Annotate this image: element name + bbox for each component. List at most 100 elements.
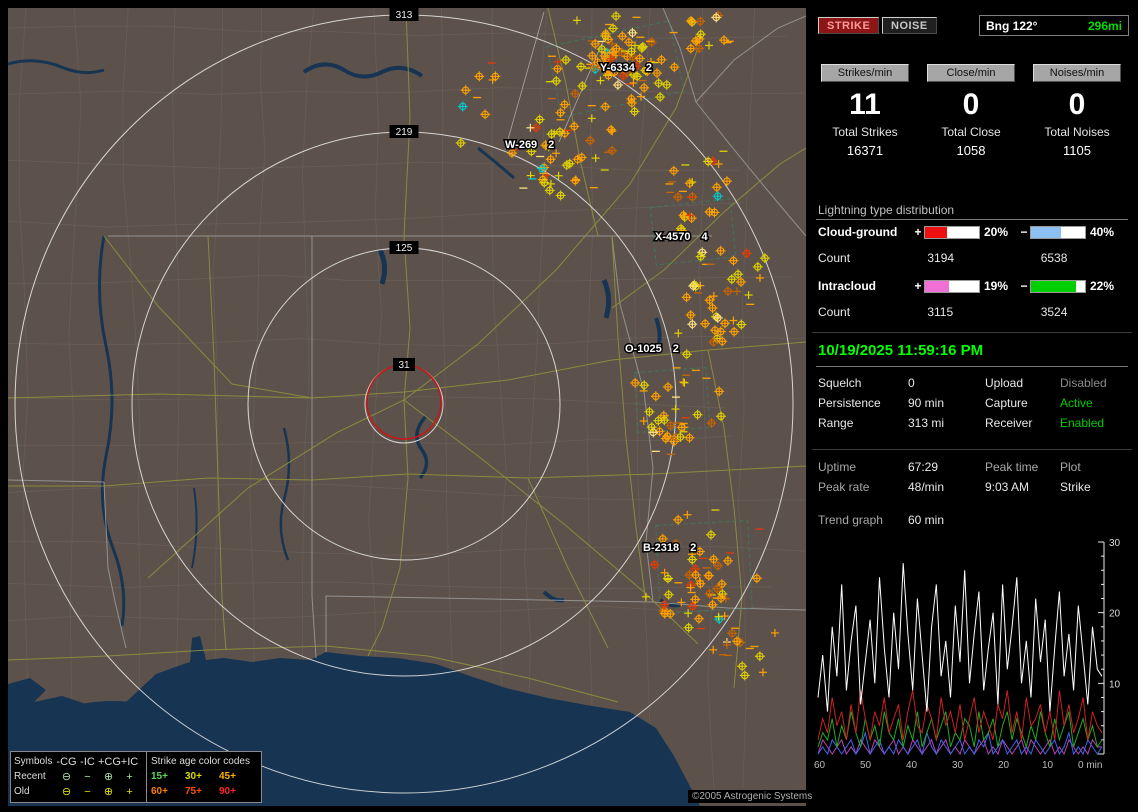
- svg-text:219: 219: [396, 127, 413, 138]
- divider: [812, 449, 1132, 450]
- x-tick-60: 60: [814, 760, 826, 771]
- svg-text:313: 313: [396, 10, 413, 21]
- trend-graph-label: Trend graph: [818, 513, 883, 527]
- lightning-map[interactable]: 313 219 125 31 Y-6334 2 W-269 2 X-4570 4 O-1025…: [8, 8, 817, 806]
- upload-label: Upload: [985, 376, 1024, 390]
- intracloud-row: Intracloud + 19% − 22%: [818, 279, 1128, 293]
- legend-age-section: Strike age color codes 15+ 30+ 45+ 60+ 7…: [147, 752, 261, 802]
- legend-recent-label: Recent: [14, 771, 46, 782]
- ic-plus-count: 3115: [927, 305, 954, 319]
- rate-columns: Strikes/min 11 Total Strikes 16371 Close…: [812, 64, 1132, 158]
- ic-minus-bar: [1030, 279, 1086, 293]
- cg-minus-bar: [1030, 225, 1086, 239]
- copyright-text: ©2005 Astrogenic Systems: [688, 790, 817, 803]
- plot-label: Plot: [1060, 460, 1081, 474]
- distribution-title: Lightning type distribution: [818, 203, 955, 217]
- cg-plus-pct: 20%: [984, 225, 1009, 239]
- x-tick-50: 50: [860, 760, 872, 771]
- total-close-value: 1058: [956, 143, 986, 158]
- old-pos-cg-icon: ⊕: [103, 786, 114, 798]
- legend-symbols-title: Symbols: [14, 756, 53, 767]
- ic-minus-pct: 22%: [1090, 279, 1115, 293]
- divider: [816, 219, 1128, 220]
- trend-x-axis-labels: 60 50 40 30 20 10 0 min: [812, 760, 1132, 774]
- plus-sign: +: [914, 279, 922, 293]
- peak-time-label: Peak time: [985, 460, 1039, 474]
- uptime-value: 67:29: [908, 460, 939, 474]
- minus-sign: −: [1020, 225, 1028, 239]
- svg-text:125: 125: [396, 243, 413, 254]
- svg-text:Y-6334 2: Y-6334 2: [600, 62, 652, 74]
- total-close-label: Total Close: [941, 125, 1001, 139]
- svg-text:W-269 2: W-269 2: [505, 139, 554, 151]
- close-per-min-button[interactable]: Close/min: [927, 64, 1015, 82]
- datetime-display: 10/19/2025 11:59:16 PM: [818, 342, 984, 359]
- trend-chart: 30 20 10: [812, 536, 1132, 762]
- cg-plus-count: 3194: [927, 251, 955, 265]
- uptime-label: Uptime: [818, 460, 857, 474]
- count-label: Count: [818, 305, 851, 319]
- map-legend: Symbols -CG -IC +CG +IC Recent ⊖ − ⊕ + O…: [10, 751, 262, 803]
- cg-minus-pct: 40%: [1090, 225, 1115, 239]
- squelch-label: Squelch: [818, 376, 862, 390]
- cg-minus-count: 6538: [1040, 251, 1068, 265]
- ic-plus-bar: [924, 279, 980, 293]
- legend-symbols-section: Symbols -CG -IC +CG +IC Recent ⊖ − ⊕ + O…: [11, 752, 147, 802]
- capture-label: Capture: [985, 396, 1028, 410]
- close-column: Close/min 0 Total Close 1058: [918, 64, 1024, 158]
- total-strikes-value: 16371: [846, 143, 884, 158]
- age-45: 45+: [219, 771, 236, 782]
- legend-col-neg-ic: -IC: [80, 755, 95, 768]
- plus-sign: +: [914, 225, 922, 239]
- legend-age-title: Strike age color codes: [151, 756, 250, 767]
- strike-tab[interactable]: STRIKE: [818, 17, 880, 34]
- divider: [812, 332, 1132, 333]
- total-strikes-label: Total Strikes: [832, 125, 898, 139]
- range-label: Range: [818, 416, 854, 430]
- receiver-value: Enabled: [1060, 416, 1105, 430]
- intracloud-count-row: Count 3115 3524: [818, 305, 1067, 319]
- divider: [816, 366, 1128, 367]
- recent-pos-cg-icon: ⊕: [103, 771, 114, 783]
- peak-time-value: 9:03 AM: [985, 480, 1030, 494]
- strikes-per-min-button[interactable]: Strikes/min: [821, 64, 909, 82]
- legend-col-pos-ic: +IC: [120, 755, 139, 768]
- recent-pos-ic-icon: +: [126, 770, 133, 783]
- minus-sign: −: [1020, 279, 1028, 293]
- old-neg-cg-icon: ⊖: [61, 786, 72, 798]
- trend-graph-row: Trend graph 60 min: [812, 513, 1132, 531]
- recent-neg-ic-icon: −: [84, 770, 91, 783]
- count-label: Count: [818, 251, 851, 265]
- x-tick-0: 0 min: [1078, 760, 1103, 771]
- noises-per-min-button[interactable]: Noises/min: [1033, 64, 1121, 82]
- status-grid: Squelch 0 Upload Disabled Persistence 90…: [812, 376, 1132, 436]
- x-tick-40: 40: [906, 760, 918, 771]
- capture-value: Active: [1060, 396, 1093, 410]
- persistence-label: Persistence: [818, 396, 881, 410]
- age-90: 90+: [219, 786, 236, 797]
- ic-plus-pct: 19%: [984, 279, 1009, 293]
- cloud-ground-row: Cloud-ground + 20% − 40%: [818, 225, 1128, 239]
- recent-neg-cg-icon: ⊖: [61, 771, 72, 783]
- cloud-ground-label: Cloud-ground: [818, 225, 898, 239]
- noises-column: Noises/min 0 Total Noises 1105: [1024, 64, 1130, 158]
- age-75: 75+: [185, 786, 202, 797]
- total-noises-value: 1105: [1063, 143, 1091, 158]
- svg-text:31: 31: [398, 360, 410, 371]
- bearing-readout: Bng 122° 296mi: [979, 15, 1129, 36]
- intracloud-label: Intracloud: [818, 279, 877, 293]
- noises-per-min-value: 0: [1068, 88, 1086, 121]
- stats-grid: Uptime 67:29 Peak time Plot Peak rate 48…: [812, 460, 1132, 500]
- cg-plus-bar: [924, 225, 980, 239]
- svg-text:10: 10: [1109, 679, 1121, 690]
- old-neg-ic-icon: −: [84, 785, 91, 798]
- ic-minus-count: 3524: [1040, 305, 1068, 319]
- trend-chart-canvas: 30 20 10: [817, 538, 1121, 756]
- map-canvas[interactable]: 313 219 125 31 Y-6334 2 W-269 2 X-4570 4 O-1025…: [8, 8, 806, 806]
- svg-text:O-1025 2: O-1025 2: [625, 343, 679, 355]
- status-panel: STRIKE NOISE Bng 122° 296mi Strikes/min …: [812, 8, 1132, 805]
- age-60: 60+: [151, 786, 168, 797]
- close-per-min-value: 0: [962, 88, 980, 121]
- noise-tab[interactable]: NOISE: [882, 17, 937, 34]
- legend-col-neg-cg: -CG: [56, 755, 77, 768]
